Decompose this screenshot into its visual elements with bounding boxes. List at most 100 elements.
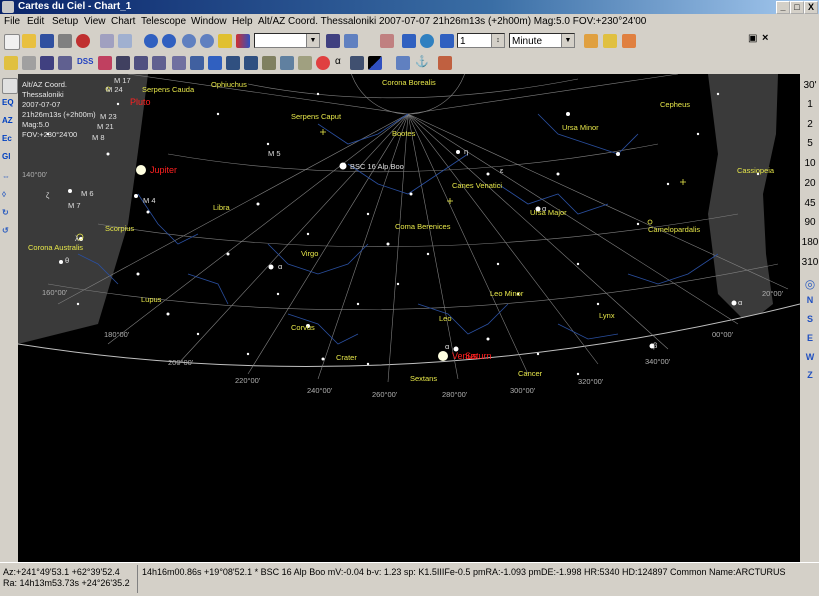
fov-10-button[interactable]: 10 xyxy=(801,158,819,169)
zoom-out-icon[interactable] xyxy=(200,34,214,48)
constellation-label[interactable]: Cassiopeia xyxy=(737,166,774,175)
planet-icon[interactable] xyxy=(316,56,330,70)
fov-5-button[interactable]: 5 xyxy=(801,138,819,149)
az-projection-button[interactable]: AZ xyxy=(2,116,13,125)
copy-icon[interactable] xyxy=(100,34,114,48)
ecliptic-icon[interactable] xyxy=(226,56,240,70)
time-forward-icon[interactable] xyxy=(440,34,454,48)
gl-projection-button[interactable]: Gl xyxy=(2,152,10,161)
labels-icon[interactable] xyxy=(280,56,294,70)
constellation-label[interactable]: Cepheus xyxy=(660,100,690,109)
planet-label[interactable]: Pluto xyxy=(130,97,151,107)
object-label[interactable]: M 17 xyxy=(114,76,131,85)
object-label[interactable]: M 21 xyxy=(97,122,114,131)
chevron-down-icon[interactable]: ▼ xyxy=(561,34,574,47)
link-icon[interactable] xyxy=(396,56,410,70)
fov-45-button[interactable]: 45 xyxy=(801,198,819,209)
time-step-input[interactable]: 1 ↕ xyxy=(457,33,505,48)
spinner-icon[interactable]: ↕ xyxy=(491,34,504,47)
config-icon[interactable] xyxy=(76,34,90,48)
constellation-label[interactable]: Corvus xyxy=(291,323,315,332)
constellation-label[interactable]: Camelopardalis xyxy=(648,225,700,234)
new-icon[interactable] xyxy=(4,34,20,50)
save-icon[interactable] xyxy=(40,34,54,48)
calendar-icon[interactable] xyxy=(380,34,394,48)
color-icon[interactable] xyxy=(368,56,382,70)
menu-setup[interactable]: Setup xyxy=(52,16,78,27)
fov-310-button[interactable]: 310 xyxy=(801,257,819,268)
menu-help[interactable]: Help xyxy=(232,16,253,27)
eq-projection-button[interactable]: EQ xyxy=(2,98,14,107)
object-label[interactable]: M 24 xyxy=(106,85,123,94)
horizon-icon[interactable] xyxy=(262,56,276,70)
planet-label[interactable]: Jupiter xyxy=(150,165,177,175)
maximize-button[interactable]: □ xyxy=(790,1,804,14)
menu-file[interactable]: File xyxy=(4,16,20,27)
fov-30min-button[interactable]: 30' xyxy=(801,80,819,91)
object-label[interactable]: M 6 xyxy=(81,189,94,198)
close-chart-button[interactable]: × xyxy=(762,32,768,44)
minimize-button[interactable]: _ xyxy=(776,1,790,14)
print-icon[interactable] xyxy=(58,34,72,48)
direction-e-button[interactable]: E xyxy=(801,333,819,343)
fov-20-button[interactable]: 20 xyxy=(801,178,819,189)
boundary-icon[interactable] xyxy=(152,56,166,70)
chart-icon[interactable] xyxy=(2,78,18,94)
galaxy-icon[interactable] xyxy=(98,56,112,70)
redo-icon[interactable] xyxy=(162,34,176,48)
direction-z-button[interactable]: Z xyxy=(801,370,819,380)
sky-chart[interactable]: Alt/AZ Coord. Thessaloniki 2007-07-07 21… xyxy=(18,74,800,562)
close-button[interactable]: X xyxy=(804,1,818,14)
object-label[interactable]: M 7 xyxy=(68,201,81,210)
paste-icon[interactable] xyxy=(118,34,132,48)
direction-w-button[interactable]: W xyxy=(801,352,819,362)
galactic-icon[interactable] xyxy=(244,56,258,70)
pin-icon[interactable] xyxy=(438,56,452,70)
find-icon[interactable] xyxy=(218,34,232,48)
anchor-icon[interactable]: ⚓ xyxy=(415,55,429,68)
star-icon[interactable] xyxy=(4,56,18,70)
chevron-down-icon[interactable]: ▼ xyxy=(306,34,319,47)
menu-telescope[interactable]: Telescope xyxy=(141,16,186,27)
pointer-icon[interactable] xyxy=(40,56,54,70)
flip-v-icon[interactable]: ◊ xyxy=(2,190,6,199)
constellation-label[interactable]: Sextans xyxy=(410,374,437,383)
menu-view[interactable]: View xyxy=(84,16,106,27)
constellation-label[interactable]: Ursa Minor xyxy=(562,123,599,132)
az-grid-icon[interactable] xyxy=(208,56,222,70)
constellation-label[interactable]: Corona Borealis xyxy=(382,78,436,87)
constellation-label[interactable]: Serpens Caput xyxy=(291,112,341,121)
constellation-label[interactable]: Canes Venatici xyxy=(452,181,502,190)
flip-h-icon[interactable]: ⇔ xyxy=(2,172,10,181)
restore-chart-button[interactable]: ▣ xyxy=(748,33,757,44)
dss-icon[interactable]: DSS xyxy=(77,57,93,66)
search-combo[interactable]: ▼ xyxy=(254,33,320,48)
cluster-icon[interactable] xyxy=(116,56,130,70)
object-label[interactable]: M 5 xyxy=(268,149,281,158)
eq-grid-icon[interactable] xyxy=(190,56,204,70)
binoculars-icon[interactable] xyxy=(326,34,340,48)
globe-icon[interactable]: ◎ xyxy=(801,277,819,291)
fov-1-button[interactable]: 1 xyxy=(801,99,819,110)
constellation-label[interactable]: Bootes xyxy=(392,129,415,138)
constellation-label[interactable]: Leo Minor xyxy=(490,289,523,298)
constellation-label[interactable]: Crater xyxy=(336,353,357,362)
menu-window[interactable]: Window xyxy=(191,16,227,27)
ec-projection-button[interactable]: Ec xyxy=(2,134,12,143)
constellation-label[interactable]: Serpens Cauda xyxy=(142,85,194,94)
constellation-label[interactable]: Lynx xyxy=(599,311,615,320)
alpha-icon[interactable]: α xyxy=(335,56,341,67)
constellation-label[interactable]: Scorpius xyxy=(105,224,134,233)
constellation-label[interactable]: Cancer xyxy=(518,369,542,378)
fov-180-button[interactable]: 180 xyxy=(801,237,819,248)
time-back-icon[interactable] xyxy=(402,34,416,48)
lines-icon[interactable] xyxy=(134,56,148,70)
rotate-cw-icon[interactable]: ↻ xyxy=(2,208,9,217)
constellation-label[interactable]: Ophiuchus xyxy=(211,80,247,89)
telescope-icon[interactable] xyxy=(584,34,598,48)
slew-icon[interactable] xyxy=(622,34,636,48)
constellation-label[interactable]: Ursa Major xyxy=(530,208,567,217)
object-label[interactable]: M 4 xyxy=(143,196,156,205)
object-label[interactable]: M 23 xyxy=(100,112,117,121)
zoom-in-icon[interactable] xyxy=(182,34,196,48)
